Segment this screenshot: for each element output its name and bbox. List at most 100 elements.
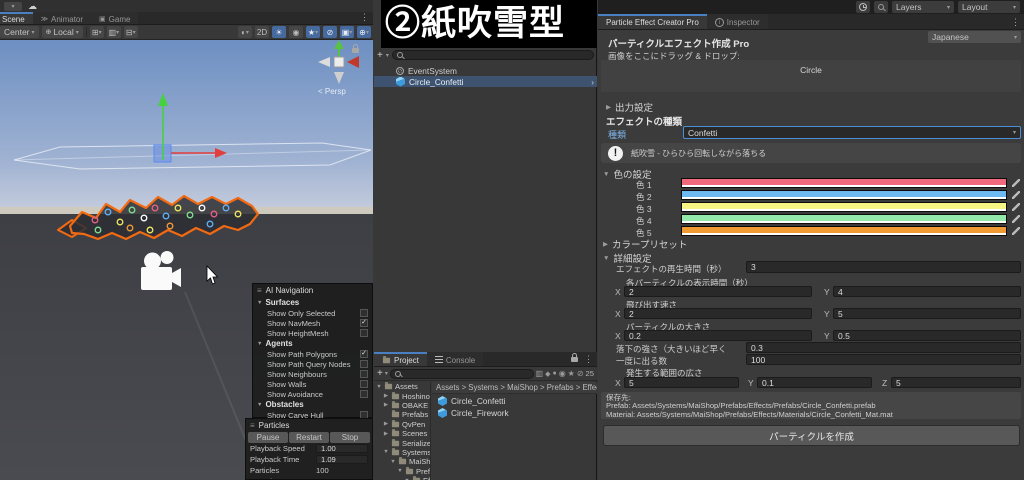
undo-history-button[interactable] <box>856 1 870 13</box>
checkbox[interactable] <box>360 390 368 398</box>
scene-lighting-icon[interactable]: ☀ <box>272 26 286 38</box>
asset-item[interactable]: Circle_Firework <box>432 407 597 419</box>
type-dropdown[interactable]: Confetti ▾ <box>683 126 1021 139</box>
drag-handle-icon[interactable]: ≡ <box>250 421 255 430</box>
eyedropper-icon[interactable] <box>1012 191 1020 199</box>
tab-animator[interactable]: ≫ Animator <box>32 12 92 24</box>
hierarchy-search-input[interactable] <box>391 50 594 60</box>
project-menu-icon[interactable]: ⋮ <box>580 352 597 366</box>
checkbox[interactable] <box>360 329 368 337</box>
creator-menu-icon[interactable]: ⋮ <box>1007 14 1024 29</box>
color-swatch[interactable] <box>681 178 1007 188</box>
gravity-field[interactable]: 0.3 <box>746 342 1021 353</box>
playback-speed-field[interactable]: 1.00 <box>316 444 368 453</box>
eyedropper-icon[interactable] <box>1012 227 1020 235</box>
tool-handle-pivot[interactable]: Center ▾ <box>0 26 39 38</box>
tab-console[interactable]: Console <box>426 352 484 366</box>
speed-y-field[interactable]: 5 <box>833 308 1021 319</box>
color-swatch[interactable] <box>681 214 1007 224</box>
drag-handle-icon[interactable]: ≡ <box>257 286 262 295</box>
range-y-field[interactable]: 0.1 <box>757 377 872 388</box>
color-swatch[interactable] <box>681 190 1007 200</box>
checkbox[interactable]: ✓ <box>360 319 368 327</box>
ai-nav-option[interactable]: Show Neighbours <box>253 369 372 379</box>
obstacles-foldout[interactable]: ▼ Obstacles <box>253 399 372 410</box>
layout-dropdown[interactable]: Layout ▾ <box>958 1 1020 13</box>
cloud-services-icon[interactable]: ☁ <box>28 1 37 12</box>
color-swatch[interactable] <box>681 226 1007 236</box>
color-swatch[interactable] <box>681 202 1007 212</box>
playback-time-field[interactable]: 1.09 <box>316 455 368 464</box>
tree-item[interactable]: ▼ Effects <box>374 476 430 480</box>
search-by-bundle-icon[interactable]: ● <box>552 370 556 377</box>
speed-x-field[interactable]: 2 <box>624 308 812 319</box>
tree-item[interactable]: ▼ Systems <box>374 448 430 457</box>
prefab-open-arrow[interactable]: › <box>591 77 597 87</box>
pause-button[interactable]: Pause <box>248 432 288 443</box>
search-info-icon[interactable]: ◉ <box>559 369 566 378</box>
hierarchy-row-eventsystem[interactable]: EventSystem <box>374 66 597 76</box>
tree-item[interactable]: Prefabs <box>374 410 430 419</box>
measure-tool-icon[interactable]: ⊟ ▾ <box>123 26 138 38</box>
tree-item[interactable]: ▶ HoshinoLabs <box>374 391 430 401</box>
lifetime-y-field[interactable]: 4 <box>833 286 1021 297</box>
checkbox[interactable] <box>360 380 368 388</box>
size-x-field[interactable]: 0.2 <box>624 330 812 341</box>
eyedropper-icon[interactable] <box>1012 203 1020 211</box>
snap-settings-icon[interactable]: ▥ ▾ <box>106 26 121 38</box>
project-search-input[interactable] <box>389 368 534 379</box>
gizmos-icon[interactable]: ⊕ ▾ <box>357 26 371 38</box>
agents-foldout[interactable]: ▼ Agents <box>253 338 372 349</box>
hierarchy-row-circle-confetti[interactable]: Circle_Confetti › <box>374 76 597 87</box>
output-settings-foldout[interactable]: ▶ 出力設定 <box>606 100 653 114</box>
range-x-field[interactable]: 5 <box>624 377 739 388</box>
tab-project[interactable]: Project <box>374 352 427 366</box>
play-mode-dropdown[interactable]: ▾ <box>4 1 22 11</box>
breadcrumb[interactable]: Assets > Systems > MaiShop > Prefabs > E… <box>436 383 597 392</box>
range-z-field[interactable]: 5 <box>891 377 1021 388</box>
hidden-objects-icon[interactable]: ⊘ <box>323 26 337 38</box>
tab-game[interactable]: ▣ Game <box>91 12 139 24</box>
asset-item[interactable]: Circle_Confetti <box>432 395 597 407</box>
lifetime-x-field[interactable]: 2 <box>624 286 812 297</box>
2d-toggle[interactable]: 2D <box>255 26 269 38</box>
color-preset-foldout[interactable]: ▶ カラープリセット <box>603 237 687 251</box>
tree-item[interactable]: Serialized <box>374 438 430 448</box>
global-search-button[interactable] <box>874 1 888 13</box>
ai-nav-option[interactable]: Show Path Query Nodes <box>253 359 372 369</box>
project-add-button[interactable]: + <box>377 368 383 379</box>
scene-viewport[interactable]: < Persp ≡ AI Navigation ▼ Surfaces Show O… <box>0 40 373 480</box>
project-lock-icon[interactable] <box>571 353 578 362</box>
create-particle-button[interactable]: パーティクルを作成 <box>603 425 1020 446</box>
persp-label[interactable]: < Persp <box>318 87 346 96</box>
hierarchy-add-button[interactable]: + <box>377 50 383 61</box>
restart-button[interactable]: Restart <box>289 432 329 443</box>
ai-nav-option[interactable]: Show Path Polygons ✓ <box>253 349 372 359</box>
language-dropdown[interactable]: Japanese ▾ <box>928 31 1021 43</box>
scene-effects-icon[interactable]: ★ ▾ <box>306 26 320 38</box>
draw-mode-icon[interactable]: ◐ ▾ <box>238 26 252 38</box>
stop-button[interactable]: Stop <box>330 432 370 443</box>
gizmo-lock-icon[interactable] <box>352 44 359 53</box>
tree-item[interactable]: ▶ QvPen <box>374 420 430 429</box>
tree-item[interactable]: ▶ Scenes <box>374 429 430 438</box>
favorites-icon[interactable]: ★ <box>568 369 575 378</box>
image-drop-area[interactable]: Circle <box>601 60 1021 92</box>
ai-nav-option[interactable]: Show Avoidance <box>253 389 372 399</box>
scene-camera-icon[interactable]: ▣ ▾ <box>340 26 354 38</box>
ai-nav-option[interactable]: Show Walls <box>253 379 372 389</box>
tree-item[interactable]: ▼ Assets <box>374 382 430 391</box>
ai-nav-option[interactable]: Show NavMesh ✓ <box>253 318 372 328</box>
tab-scene[interactable]: Scene <box>0 12 33 24</box>
checkbox[interactable] <box>360 360 368 368</box>
tool-handle-orientation[interactable]: ⊕ Local ▾ <box>41 26 83 38</box>
ai-nav-option[interactable]: Show HeightMesh <box>253 328 372 338</box>
size-y-field[interactable]: 0.5 <box>833 330 1021 341</box>
surfaces-foldout[interactable]: ▼ Surfaces <box>253 297 372 308</box>
tab-inspector[interactable]: i Inspector <box>706 14 768 29</box>
scene-audio-icon[interactable]: ◉ <box>289 26 303 38</box>
duration-field[interactable]: 3 <box>746 261 1021 273</box>
checkbox[interactable] <box>360 309 368 317</box>
checkbox[interactable]: ✓ <box>360 350 368 358</box>
count-field[interactable]: 100 <box>746 354 1021 365</box>
